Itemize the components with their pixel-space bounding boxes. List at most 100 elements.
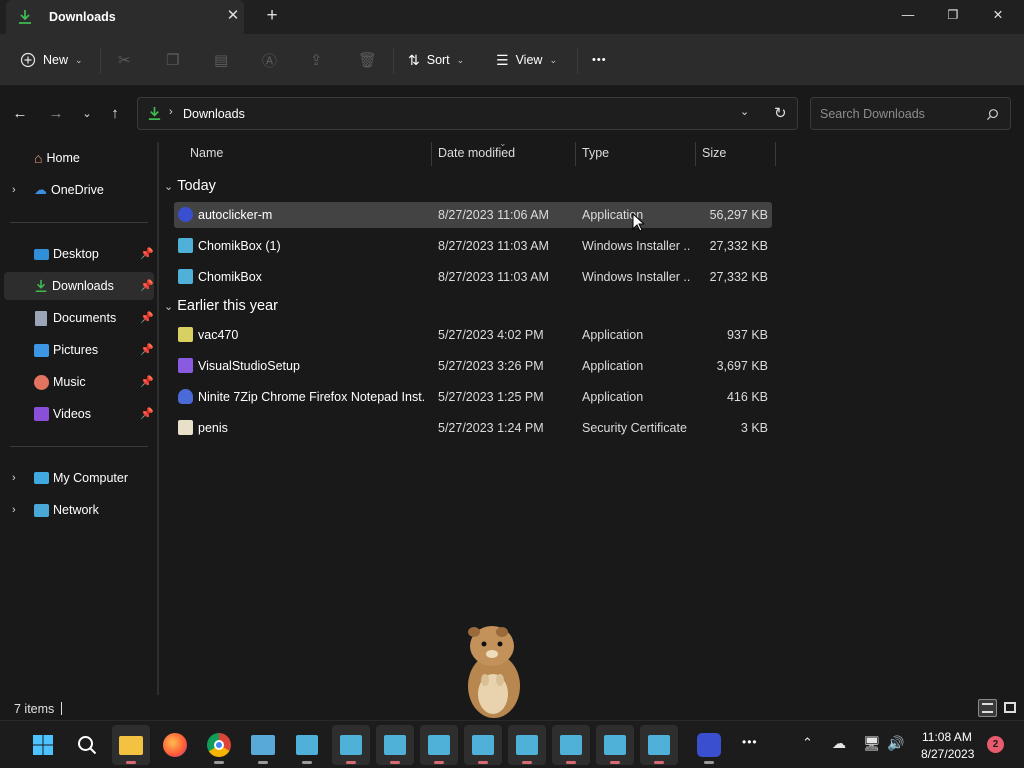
taskbar-installer[interactable]: [464, 725, 502, 765]
file-row[interactable]: penis 5/27/2023 1:24 PM Security Certifi…: [174, 415, 772, 441]
expand-chevron-icon[interactable]: ›: [12, 184, 16, 196]
sidebar-item-documents[interactable]: Documents 📌: [4, 304, 154, 332]
navigation-bar: ← → ⌄ ↑ › Downloads ⌄ ↻ Search Downloads: [0, 86, 1024, 142]
navigation-pane: ⌂ Home › ☁ OneDrive Desktop 📌 Downloads …: [0, 142, 158, 697]
recent-locations-chevron-icon[interactable]: ⌄: [77, 104, 97, 124]
taskbar-firefox[interactable]: [156, 725, 194, 765]
breadcrumb-downloads[interactable]: Downloads: [183, 107, 245, 121]
taskbar-installer[interactable]: [332, 725, 370, 765]
sidebar-item-network[interactable]: › Network: [4, 496, 154, 524]
rename-icon[interactable]: Ⓐ: [262, 49, 277, 71]
file-row[interactable]: ChomikBox (1) 8/27/2023 11:03 AM Windows…: [174, 233, 772, 259]
up-arrow-icon[interactable]: ↑: [105, 104, 125, 124]
group-header-earlier-this-year[interactable]: ⌄ Earlier this year: [164, 295, 278, 317]
sidebar-item-music[interactable]: Music 📌: [4, 368, 154, 396]
sidebar-item-my-computer[interactable]: › My Computer: [4, 464, 154, 492]
network-icon[interactable]: 🖥: [863, 735, 881, 752]
tab-close-button[interactable]: ✕: [224, 7, 242, 25]
taskbar-installer[interactable]: [640, 725, 678, 765]
sidebar-item-label: OneDrive: [51, 183, 104, 197]
column-header-size[interactable]: Size: [702, 146, 726, 166]
taskbar-installer[interactable]: [596, 725, 634, 765]
column-header-date[interactable]: Date modified: [438, 146, 515, 166]
mouse-cursor-icon: [632, 213, 644, 232]
tab-downloads[interactable]: Downloads ✕: [6, 0, 244, 34]
delete-icon[interactable]: 🗑: [358, 49, 377, 71]
sidebar-item-desktop[interactable]: Desktop 📌: [4, 240, 154, 268]
expand-chevron-icon[interactable]: ›: [12, 472, 16, 484]
taskbar-autoclicker[interactable]: [690, 725, 728, 765]
column-divider[interactable]: [431, 142, 432, 166]
pane-splitter[interactable]: [157, 142, 159, 695]
search-icon: [986, 109, 998, 121]
share-icon[interactable]: ⇪: [310, 49, 323, 71]
taskbar-search-button[interactable]: [68, 725, 106, 765]
taskbar-installer[interactable]: [376, 725, 414, 765]
taskbar-installer[interactable]: [508, 725, 546, 765]
sort-button[interactable]: ⇅ Sort ⌄: [408, 49, 464, 71]
sidebar-item-label: Network: [53, 503, 99, 517]
notification-badge[interactable]: 2: [987, 736, 1004, 753]
sidebar-item-label: Documents: [53, 311, 117, 325]
close-button[interactable]: ✕: [986, 4, 1010, 26]
copy-icon[interactable]: ❐: [166, 49, 179, 71]
column-divider[interactable]: [775, 142, 776, 166]
details-view-button[interactable]: [978, 699, 997, 717]
taskbar-file-explorer[interactable]: [112, 725, 150, 765]
installer-icon: [296, 735, 318, 755]
file-row[interactable]: ChomikBox 8/27/2023 11:03 AM Windows Ins…: [174, 264, 772, 290]
address-history-chevron-icon[interactable]: ⌄: [740, 105, 749, 118]
taskbar-installer[interactable]: [552, 725, 590, 765]
onedrive-offline-icon[interactable]: ☁: [832, 735, 846, 752]
file-name: ChomikBox (1): [198, 239, 281, 253]
paste-icon[interactable]: ▤: [214, 49, 228, 71]
volume-icon[interactable]: 🔊: [887, 735, 904, 752]
clock-time[interactable]: 11:08 AM: [922, 730, 972, 744]
address-bar[interactable]: › Downloads ⌄ ↻: [137, 97, 798, 130]
file-row[interactable]: Ninite 7Zip Chrome Firefox Notepad Inst.…: [174, 384, 772, 410]
file-row[interactable]: autoclicker-m 8/27/2023 11:06 AM Applica…: [174, 202, 772, 228]
file-row[interactable]: VisualStudioSetup 5/27/2023 3:26 PM Appl…: [174, 353, 772, 379]
column-header-type[interactable]: Type: [582, 146, 609, 166]
column-header-name[interactable]: Name: [190, 146, 223, 166]
sidebar-item-onedrive[interactable]: › ☁ OneDrive: [4, 176, 154, 204]
minimize-button[interactable]: —: [896, 4, 920, 26]
column-divider[interactable]: [695, 142, 696, 166]
taskbar-control-panel[interactable]: [244, 725, 282, 765]
back-arrow-icon[interactable]: ←: [10, 104, 30, 124]
group-header-today[interactable]: ⌄ Today: [164, 175, 216, 197]
tray-chevron-up-icon[interactable]: ⌃: [802, 735, 813, 751]
tiles-view-button[interactable]: [1001, 699, 1019, 717]
new-button[interactable]: New ⌄: [20, 49, 83, 71]
taskbar-chrome[interactable]: [200, 725, 238, 765]
view-button[interactable]: ☰ View ⌄: [496, 49, 557, 71]
installer-icon: [178, 269, 193, 284]
file-row[interactable]: vac470 5/27/2023 4:02 PM Application 937…: [174, 322, 772, 348]
column-divider[interactable]: [575, 142, 576, 166]
home-icon: ⌂: [34, 150, 43, 166]
sidebar-item-label: Home: [46, 151, 80, 165]
taskbar-installer[interactable]: [420, 725, 458, 765]
chrome-icon: [207, 733, 231, 757]
sidebar-item-videos[interactable]: Videos 📌: [4, 400, 154, 428]
clock-date[interactable]: 8/27/2023: [921, 747, 974, 761]
forward-arrow-icon[interactable]: →: [46, 104, 66, 124]
start-button[interactable]: [24, 725, 62, 765]
sidebar-item-pictures[interactable]: Pictures 📌: [4, 336, 154, 364]
taskbar-overflow-button[interactable]: •••: [742, 735, 758, 749]
more-options-button[interactable]: •••: [592, 49, 607, 71]
new-tab-button[interactable]: +: [262, 6, 282, 26]
tiles-view-icon: [1004, 702, 1016, 713]
taskbar-installer[interactable]: [288, 725, 326, 765]
file-date: 5/27/2023 1:25 PM: [438, 390, 544, 404]
maximize-button[interactable]: ❐: [941, 4, 965, 26]
search-input[interactable]: Search Downloads: [810, 97, 1011, 130]
hamster-pet-image: [468, 626, 520, 718]
expand-chevron-icon[interactable]: ›: [12, 504, 16, 516]
cut-icon[interactable]: ✂: [118, 49, 131, 71]
collapse-chevron-icon: ⌄: [164, 300, 174, 313]
refresh-icon[interactable]: ↻: [774, 104, 787, 122]
sidebar-item-downloads[interactable]: Downloads 📌: [4, 272, 154, 300]
installer-icon: [560, 735, 582, 755]
sidebar-item-home[interactable]: ⌂ Home: [4, 144, 154, 172]
